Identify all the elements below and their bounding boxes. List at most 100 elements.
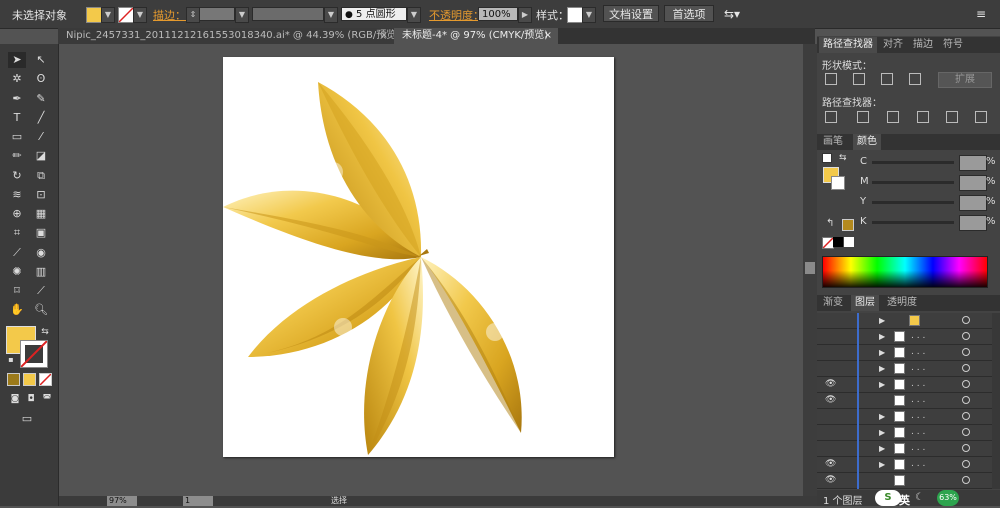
gamut-swatch[interactable] (842, 219, 854, 231)
expand-arrow-icon[interactable]: ▶ (879, 345, 885, 360)
gradient-tool-icon[interactable]: ▣ (32, 225, 50, 241)
tab-untitled-4[interactable]: 未标题-4* @ 97% (CMYK/预览) × (394, 28, 558, 44)
expand-arrow-icon[interactable]: ▶ (879, 361, 885, 376)
target-icon[interactable] (962, 444, 970, 452)
minus-back-icon[interactable] (975, 111, 987, 123)
tab-layers[interactable]: 图层 (851, 295, 879, 311)
none-mode-icon[interactable] (39, 373, 52, 386)
crop-icon[interactable] (917, 111, 929, 123)
layers-scrollbar[interactable] (992, 313, 1000, 489)
perspective-grid-icon[interactable]: ▦ (32, 206, 50, 222)
scale-tool-icon[interactable]: ⧉ (32, 168, 50, 184)
slice-tool-icon[interactable]: ⟋ (32, 283, 50, 299)
opacity-field[interactable]: 100% (478, 7, 518, 21)
stroke-label[interactable]: 描边： (153, 7, 186, 23)
channel-c-slider[interactable] (872, 161, 954, 164)
layer-row[interactable]: ▶ . . . (817, 361, 992, 377)
white-swatch[interactable] (844, 237, 854, 247)
target-icon[interactable] (962, 364, 970, 372)
pen-tool-icon[interactable]: ✒ (8, 91, 26, 107)
stroke-weight-field[interactable] (199, 7, 235, 21)
opacity-label[interactable]: 不透明度： (429, 7, 484, 23)
scrollbar-thumb[interactable] (805, 262, 815, 274)
visibility-eye-icon[interactable]: 👁︎ (825, 393, 836, 408)
visibility-eye-icon[interactable]: 👁︎ (825, 377, 836, 392)
gradient-mode-icon[interactable] (23, 373, 36, 386)
color-mode-icon[interactable] (7, 373, 20, 386)
stroke-color-box[interactable] (20, 340, 48, 368)
draw-inside-icon[interactable]: ◚ (38, 391, 56, 407)
channel-k-field[interactable] (959, 215, 987, 231)
black-swatch[interactable] (833, 237, 843, 247)
panel-menu-icon[interactable]: ≡ (976, 7, 986, 21)
free-transform-icon[interactable]: ⊡ (32, 187, 50, 203)
expand-arrow-icon[interactable]: ▶ (879, 425, 885, 440)
channel-c-field[interactable] (959, 155, 987, 171)
trim-icon[interactable] (857, 111, 869, 123)
visibility-eye-icon[interactable]: 👁︎ (825, 473, 836, 488)
width-tool-icon[interactable]: ≋ (8, 187, 26, 203)
target-icon[interactable] (962, 348, 970, 356)
eraser-icon[interactable]: ◪ (32, 148, 50, 164)
ime-logo-icon[interactable]: S (875, 490, 901, 506)
battery-badge[interactable]: 63% (937, 490, 959, 506)
curvature-tool-icon[interactable]: ✎ (32, 91, 50, 107)
outline-icon[interactable] (946, 111, 958, 123)
intersect-icon[interactable] (881, 73, 893, 85)
panel-stroke-swatch[interactable] (831, 176, 845, 190)
color-spectrum[interactable] (822, 256, 988, 288)
layer-row[interactable]: 👁︎ (817, 473, 992, 489)
tab-symbols[interactable]: 符号 (939, 37, 967, 53)
layer-row[interactable]: 👁︎ ▶ . . . (817, 377, 992, 393)
stroke-swatch[interactable] (118, 7, 134, 23)
blend-tool-icon[interactable]: ◉ (32, 245, 50, 261)
tab-gradient[interactable]: 渐变 (819, 295, 847, 311)
preferences-button[interactable]: 首选项 (664, 5, 714, 22)
tab-align[interactable]: 对齐 (879, 37, 907, 53)
artboard-tool-icon[interactable]: ⌑ (8, 283, 26, 299)
layer-row[interactable]: ▶ . . . (817, 409, 992, 425)
zoom-tool-icon[interactable]: 🔍︎ (32, 302, 50, 318)
layer-row[interactable]: ▶ . . . (817, 329, 992, 345)
merge-icon[interactable] (887, 111, 899, 123)
target-icon[interactable] (962, 396, 970, 404)
tab-color[interactable]: 颜色 (853, 134, 881, 150)
screen-mode-icon[interactable]: ▭ (18, 411, 36, 427)
hand-tool-icon[interactable]: ✋ (8, 302, 26, 318)
tab-stroke[interactable]: 描边 (909, 37, 937, 53)
expand-arrow-icon[interactable]: ▶ (879, 313, 885, 328)
expand-button[interactable]: 扩展 (938, 72, 992, 88)
moon-icon[interactable]: ☾ (915, 492, 924, 503)
fill-dropdown[interactable]: ▼ (101, 7, 115, 23)
target-icon[interactable] (962, 476, 970, 484)
out-of-gamut-icon[interactable]: ↰ (826, 218, 834, 229)
rectangle-tool-icon[interactable]: ▭ (8, 129, 26, 145)
expand-arrow-icon[interactable]: ▶ (879, 377, 885, 392)
magic-wand-icon[interactable]: ✲ (8, 71, 26, 87)
divide-icon[interactable] (825, 111, 837, 123)
lasso-icon[interactable]: ʘ (32, 71, 50, 87)
swap-fill-stroke-icon[interactable]: ⇆ (36, 324, 54, 340)
target-icon[interactable] (962, 316, 970, 324)
layer-row[interactable]: ▶ . . . (817, 425, 992, 441)
mesh-tool-icon[interactable]: ⌗ (8, 225, 26, 241)
brush-definition[interactable]: ● 5 点圆形 (341, 7, 407, 21)
stroke-weight-dropdown[interactable]: ▼ (235, 7, 249, 23)
target-icon[interactable] (962, 460, 970, 468)
brush-dropdown[interactable]: ▼ (407, 7, 421, 23)
paintbrush-icon[interactable]: ⁄ (32, 129, 50, 145)
default-colors-icon[interactable]: ▪ (2, 352, 20, 368)
layer-row[interactable]: 👁︎ ▶ . . . (817, 457, 992, 473)
target-icon[interactable] (962, 428, 970, 436)
layer-row[interactable]: 👁︎ . . . (817, 393, 992, 409)
tab-nipic-document[interactable]: Nipic_2457331_20111212161553018340.ai* @… (58, 28, 400, 44)
zoom-field[interactable]: 97% (107, 496, 137, 506)
swap-icon[interactable]: ⇆ (839, 153, 847, 163)
stroke-dropdown[interactable]: ▼ (133, 7, 147, 23)
layer-row[interactable]: ▶ . . . (817, 345, 992, 361)
eyedropper-icon[interactable]: ⟋ (8, 245, 26, 261)
tab-transparency[interactable]: 透明度 (883, 295, 921, 311)
exclude-icon[interactable] (909, 73, 921, 85)
type-tool-icon[interactable]: T (8, 110, 26, 126)
visibility-eye-icon[interactable]: 👁︎ (825, 457, 836, 472)
